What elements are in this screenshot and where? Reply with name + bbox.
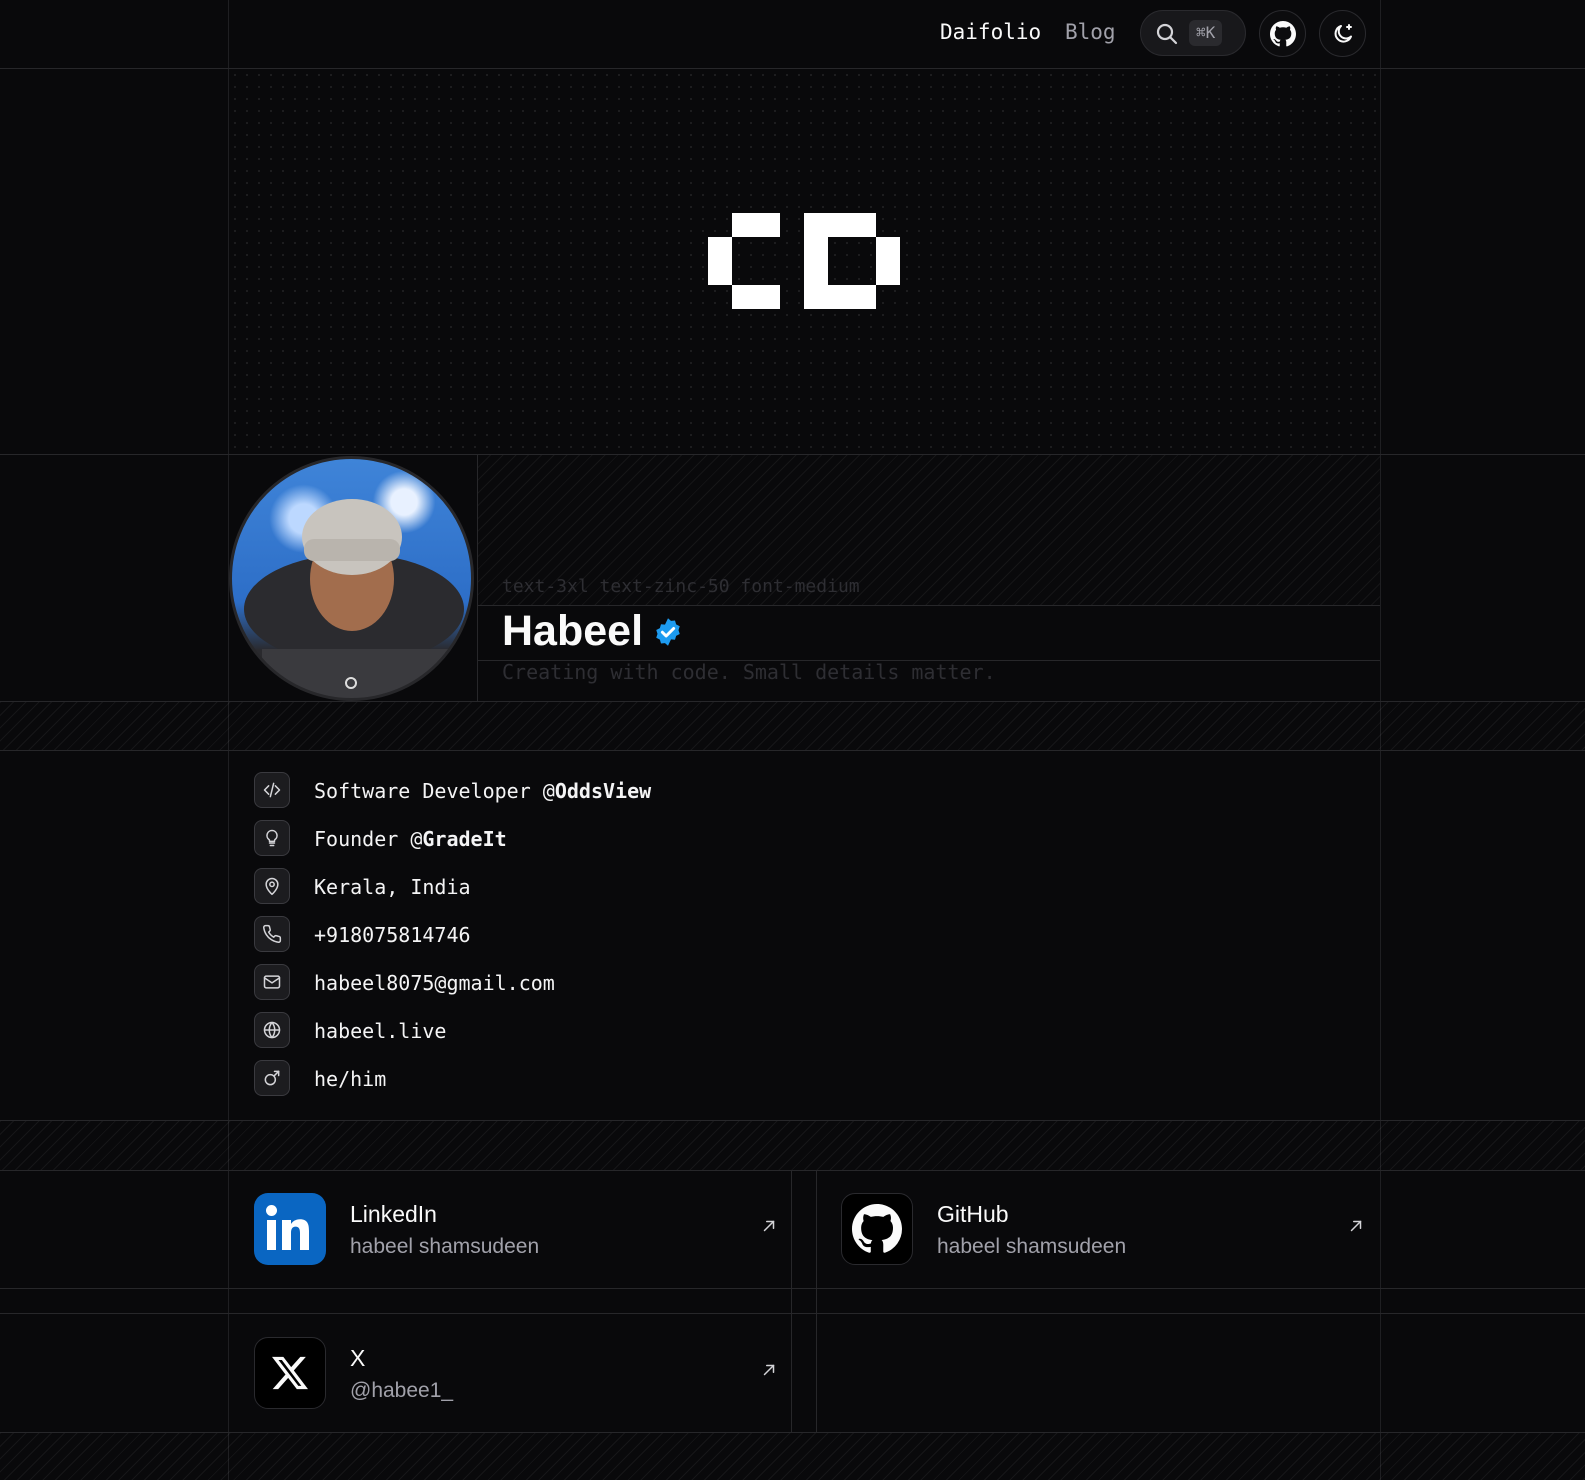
grid-line	[0, 750, 1585, 751]
avatar	[229, 456, 474, 701]
male-icon	[254, 1060, 290, 1096]
map-pin-icon	[254, 868, 290, 904]
website-link[interactable]: habeel.live	[314, 1019, 446, 1043]
github-icon	[841, 1193, 913, 1265]
brand-logo	[708, 213, 900, 309]
email-link[interactable]: habeel8075@gmail.com	[314, 971, 555, 995]
globe-icon	[254, 1012, 290, 1048]
search-icon	[1156, 23, 1178, 45]
class-hint: text-3xl text-zinc-50 font-medium	[502, 576, 860, 597]
grid-line	[477, 455, 478, 701]
social-card-x[interactable]: X @habee1_	[254, 1337, 775, 1409]
search-button[interactable]: ⌘K	[1140, 10, 1246, 56]
external-link-icon	[763, 1364, 775, 1376]
grid-line	[791, 1171, 792, 1433]
profile-name-row: Habeel	[502, 607, 683, 656]
social-handle: habeel shamsudeen	[937, 1235, 1127, 1258]
info-text: Software Developer @OddsView	[314, 779, 652, 803]
nav-blog-link[interactable]: Blog	[1065, 20, 1116, 44]
grid-line	[0, 1313, 1585, 1314]
social-card-github[interactable]: GitHub habeel shamsudeen	[841, 1193, 1363, 1265]
github-icon	[1269, 20, 1296, 46]
external-link-icon	[763, 1220, 775, 1232]
mail-icon	[254, 964, 290, 1000]
phone-icon	[254, 916, 290, 952]
social-title: X	[350, 1345, 366, 1371]
external-link-icon	[1350, 1220, 1362, 1232]
grid-line	[0, 1288, 1585, 1289]
github-button[interactable]	[1259, 10, 1306, 57]
separator-hatch	[0, 1121, 1585, 1170]
lightbulb-icon	[254, 820, 290, 856]
social-handle: @habee1_	[350, 1379, 454, 1402]
social-title: LinkedIn	[350, 1201, 437, 1227]
social-title: GitHub	[937, 1201, 1009, 1227]
social-card-linkedin[interactable]: LinkedIn habeel shamsudeen	[254, 1193, 775, 1265]
code-icon	[254, 772, 290, 808]
linkedin-icon	[254, 1193, 326, 1265]
profile-tagline: Creating with code. Small details matter…	[502, 660, 996, 684]
search-shortcut: ⌘K	[1189, 20, 1223, 46]
info-text: he/him	[314, 1067, 387, 1091]
grid-line	[0, 1170, 1585, 1171]
company-link[interactable]: OddsView	[555, 779, 651, 803]
separator-hatch	[0, 702, 1585, 750]
company-link[interactable]: GradeIt	[422, 827, 506, 851]
phone-link[interactable]: +918075814746	[314, 923, 471, 947]
nav-brand-link[interactable]: Daifolio	[940, 20, 1041, 44]
social-handle: habeel shamsudeen	[350, 1235, 540, 1258]
moon-icon	[1334, 23, 1352, 43]
verified-badge-icon	[656, 617, 680, 646]
info-text: Kerala, India	[314, 875, 471, 899]
x-icon	[254, 1337, 326, 1409]
info-text: Founder @GradeIt	[314, 827, 507, 851]
grid-line	[477, 605, 1380, 606]
theme-toggle-button[interactable]	[1319, 10, 1366, 57]
profile-name: Habeel	[502, 607, 644, 655]
grid-line	[816, 1171, 817, 1433]
separator-hatch	[0, 1433, 1585, 1480]
